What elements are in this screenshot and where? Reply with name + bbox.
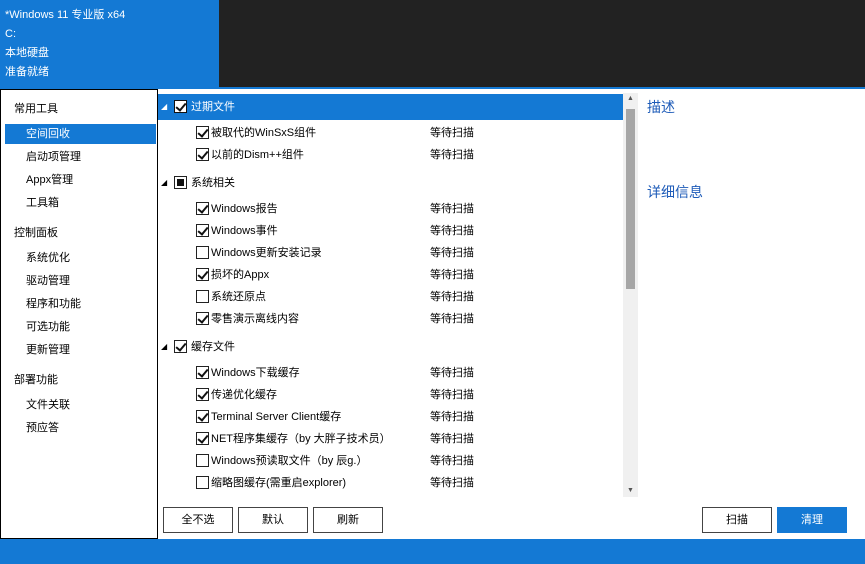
checkbox[interactable]	[196, 476, 209, 489]
cleanup-tree: ◢ 过期文件 被取代的WinSxS组件 等待扫描 以前的Dism++组件 等待扫…	[158, 93, 623, 497]
collapse-triangle-icon[interactable]: ◢	[161, 170, 167, 196]
checkbox[interactable]	[196, 290, 209, 303]
tree-item[interactable]: 缩略图缓存(需重启explorer) 等待扫描	[158, 472, 623, 494]
sidebar-item-startup-manager[interactable]: 启动项管理	[5, 147, 156, 167]
checkbox[interactable]	[196, 224, 209, 237]
scan-status: 等待扫描	[430, 477, 474, 489]
system-status: 准备就绪	[5, 66, 49, 78]
tree-item[interactable]: Windows下载缓存 等待扫描	[158, 362, 623, 384]
checkbox[interactable]	[196, 366, 209, 379]
sidebar-item-system-optimize[interactable]: 系统优化	[5, 248, 156, 268]
scan-status: 等待扫描	[430, 149, 474, 161]
tree-item[interactable]: 以前的Dism++组件 等待扫描	[158, 144, 623, 166]
checkbox[interactable]	[196, 246, 209, 259]
details-heading: 详细信息	[647, 184, 703, 200]
os-name: *Windows 11 专业版 x64	[5, 9, 126, 21]
sidebar: 常用工具 空间回收 启动项管理 Appx管理 工具箱 控制面板 系统优化 驱动管…	[0, 89, 158, 539]
tree-item[interactable]: 系统还原点 等待扫描	[158, 286, 623, 308]
scan-status: 等待扫描	[430, 389, 474, 401]
sidebar-group-control-panel: 控制面板	[14, 227, 58, 239]
sidebar-item-pre-answer[interactable]: 预应答	[5, 418, 156, 438]
sidebar-item-space-recovery[interactable]: 空间回收	[5, 124, 156, 144]
sidebar-item-optional-features[interactable]: 可选功能	[5, 317, 156, 337]
sidebar-group-deployment: 部署功能	[14, 374, 58, 386]
tree-group-expired-files[interactable]: ◢ 过期文件	[158, 94, 623, 120]
tree-item[interactable]: Windows更新安装记录 等待扫描	[158, 242, 623, 264]
scroll-up-arrow-icon[interactable]: ▲	[623, 93, 638, 105]
sidebar-item-driver-manager[interactable]: 驱动管理	[5, 271, 156, 291]
tree-item[interactable]: 传递优化缓存 等待扫描	[158, 384, 623, 406]
scan-status: 等待扫描	[430, 291, 474, 303]
scan-status: 等待扫描	[430, 455, 474, 467]
scan-status: 等待扫描	[430, 247, 474, 259]
tree-item[interactable]: Windows预读取文件（by 辰g.） 等待扫描	[158, 450, 623, 472]
clean-button[interactable]: 清理	[777, 507, 847, 533]
sidebar-item-file-association[interactable]: 文件关联	[5, 395, 156, 415]
scan-status: 等待扫描	[430, 433, 474, 445]
checkbox[interactable]	[196, 126, 209, 139]
tree-item[interactable]: Terminal Server Client缓存 等待扫描	[158, 406, 623, 428]
scan-status: 等待扫描	[430, 313, 474, 325]
refresh-button[interactable]: 刷新	[313, 507, 383, 533]
scan-status: 等待扫描	[430, 127, 474, 139]
checkbox[interactable]	[196, 202, 209, 215]
tree-item[interactable]: 损坏的Appx 等待扫描	[158, 264, 623, 286]
scrollbar-thumb[interactable]	[626, 109, 635, 289]
disk-type: 本地硬盘	[5, 47, 49, 59]
tree-item[interactable]: Windows报告 等待扫描	[158, 198, 623, 220]
checkbox[interactable]	[196, 312, 209, 325]
sidebar-item-appx-manager[interactable]: Appx管理	[5, 170, 156, 190]
checkbox[interactable]	[196, 454, 209, 467]
checkbox[interactable]	[174, 176, 187, 189]
sidebar-item-programs-features[interactable]: 程序和功能	[5, 294, 156, 314]
scan-status: 等待扫描	[430, 367, 474, 379]
checkbox[interactable]	[196, 432, 209, 445]
status-bar	[0, 539, 865, 564]
default-button[interactable]: 默认	[238, 507, 308, 533]
scan-button[interactable]: 扫描	[702, 507, 772, 533]
deselect-all-button[interactable]: 全不选	[163, 507, 233, 533]
tree-item[interactable]: Windows事件 等待扫描	[158, 220, 623, 242]
checkbox[interactable]	[174, 100, 187, 113]
checkbox[interactable]	[196, 148, 209, 161]
checkbox[interactable]	[196, 410, 209, 423]
tree-group-system-related[interactable]: ◢ 系统相关	[158, 170, 623, 196]
tree-item[interactable]: NET程序集缓存（by 大胖子技术员） 等待扫描	[158, 428, 623, 450]
description-heading: 描述	[647, 99, 675, 115]
checkbox[interactable]	[174, 340, 187, 353]
collapse-triangle-icon[interactable]: ◢	[161, 334, 167, 360]
scan-status: 等待扫描	[430, 203, 474, 215]
sidebar-item-toolbox[interactable]: 工具箱	[5, 193, 156, 213]
scan-status: 等待扫描	[430, 411, 474, 423]
sidebar-group-common-tools: 常用工具	[14, 103, 58, 115]
tree-group-cache-files[interactable]: ◢ 缓存文件	[158, 334, 623, 360]
checkbox[interactable]	[196, 388, 209, 401]
tree-scrollbar[interactable]: ▲ ▼	[623, 93, 638, 497]
tree-item[interactable]: 零售演示离线内容 等待扫描	[158, 308, 623, 330]
top-header: *Windows 11 专业版 x64 C: 本地硬盘 准备就绪	[0, 0, 865, 87]
scan-status: 等待扫描	[430, 269, 474, 281]
scan-status: 等待扫描	[430, 225, 474, 237]
tree-item[interactable]: 被取代的WinSxS组件 等待扫描	[158, 122, 623, 144]
drive-letter: C:	[5, 28, 16, 40]
scroll-down-arrow-icon[interactable]: ▼	[623, 485, 638, 497]
collapse-triangle-icon[interactable]: ◢	[161, 94, 167, 120]
sidebar-item-update-manager[interactable]: 更新管理	[5, 340, 156, 360]
checkbox[interactable]	[196, 268, 209, 281]
system-info-card[interactable]: *Windows 11 专业版 x64 C: 本地硬盘 准备就绪	[0, 0, 219, 87]
